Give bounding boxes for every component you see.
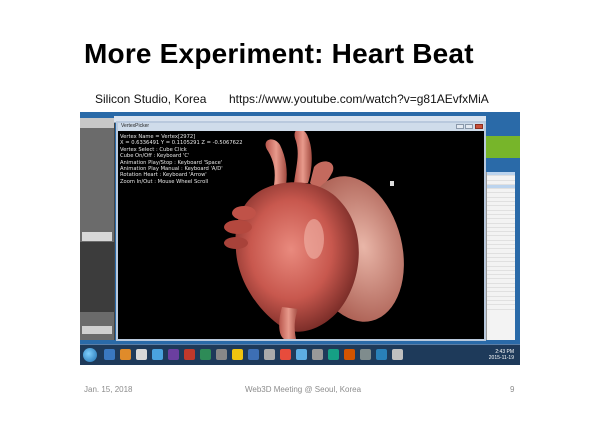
specular-highlight	[304, 219, 324, 259]
app-icon[interactable]	[312, 349, 323, 360]
explorer-icon[interactable]	[104, 349, 115, 360]
mouse-cursor-icon	[390, 181, 394, 186]
auricle-2	[224, 237, 248, 249]
heart-viewer-window[interactable]: VertexPicker Vertex Name = Vertex[2972] …	[116, 121, 486, 341]
panel-dark-area	[80, 242, 114, 312]
slide-title: More Experiment: Heart Beat	[84, 38, 474, 69]
app-icon[interactable]	[376, 349, 387, 360]
auricle-1	[224, 220, 252, 234]
app-icon[interactable]	[184, 349, 195, 360]
auricle-3	[232, 206, 256, 220]
panel-footer	[82, 326, 112, 334]
source-label: Silicon Studio, Korea	[95, 92, 207, 106]
minimize-button[interactable]	[456, 124, 464, 129]
start-button-icon[interactable]	[83, 348, 97, 362]
heart-3d-model[interactable]	[118, 131, 484, 339]
editor-icon[interactable]	[168, 349, 179, 360]
close-button[interactable]	[475, 124, 483, 129]
app-icon[interactable]	[248, 349, 259, 360]
windows-taskbar: 2:43 PM 2015-11-19	[80, 344, 520, 365]
aorta	[294, 131, 312, 183]
slide-subtitle: Silicon Studio, Korea https://www.youtub…	[95, 92, 489, 106]
app-icon[interactable]	[392, 349, 403, 360]
app-icon[interactable]	[280, 349, 291, 360]
app-icon[interactable]	[216, 349, 227, 360]
tray-date: 2015-11-19	[488, 355, 514, 361]
system-tray-clock[interactable]: 2:43 PM 2015-11-19	[489, 349, 514, 361]
maximize-button[interactable]	[465, 124, 473, 129]
app-icon[interactable]	[344, 349, 355, 360]
vessel-left	[265, 139, 287, 185]
video-url-link[interactable]: https://www.youtube.com/watch?v=g81AEvfx…	[229, 92, 489, 106]
browser-icon[interactable]	[152, 349, 163, 360]
log-row[interactable]	[487, 305, 515, 310]
left-editor-panel	[80, 118, 115, 340]
viewer-titlebar[interactable]: VertexPicker	[118, 123, 484, 131]
footer-date: Jan. 15, 2018	[84, 385, 133, 394]
app-icon[interactable]	[136, 349, 147, 360]
panel-header	[80, 118, 114, 128]
app-icon[interactable]	[200, 349, 211, 360]
app-icon[interactable]	[360, 349, 371, 360]
app-icon[interactable]	[296, 349, 307, 360]
right-log-panel[interactable]	[486, 172, 515, 340]
app-icon[interactable]	[264, 349, 275, 360]
app-icon[interactable]	[328, 349, 339, 360]
footer-event: Web3D Meeting @ Seoul, Korea	[245, 385, 362, 394]
embedded-screenshot: VertexPicker Vertex Name = Vertex[2972] …	[80, 112, 520, 365]
panel-tab	[82, 232, 112, 241]
footer-page-number: 9	[510, 385, 515, 394]
media-icon[interactable]	[120, 349, 131, 360]
viewer-title: VertexPicker	[121, 123, 150, 129]
folder-icon[interactable]	[232, 349, 243, 360]
